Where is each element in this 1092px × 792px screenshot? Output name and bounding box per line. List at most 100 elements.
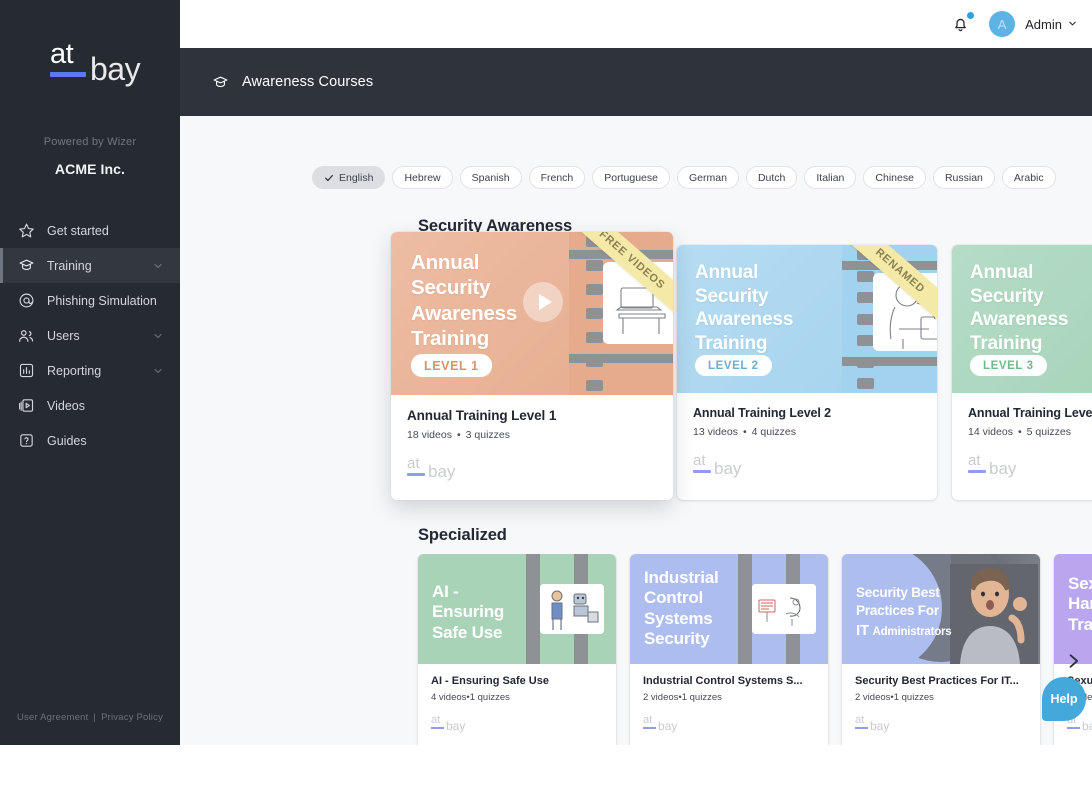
course-card-security-best-practices-it[interactable]: Security Best Practices For IT Administrat…	[842, 554, 1040, 745]
logo-bay-text: bay	[989, 459, 1017, 478]
logo-at-text: at	[431, 714, 441, 726]
at-sign-icon	[16, 291, 36, 311]
course-thumbnail: RENAMED Annual Security Awareness Training …	[677, 245, 937, 393]
sidebar-item-videos[interactable]: Videos	[0, 388, 180, 423]
language-chip-english[interactable]: English	[312, 166, 386, 189]
chevron-down-icon[interactable]	[152, 260, 164, 272]
course-thumbnail: NEW 2024 AnnualSecurityAwarenessTraining…	[952, 245, 1092, 393]
language-label: Italian	[816, 171, 845, 184]
course-card-annual-level-1[interactable]: FREE VIDEOS Annual Security Awareness Train…	[391, 232, 673, 500]
language-label: Chinese	[875, 171, 914, 184]
logo-at-text: at	[50, 38, 74, 70]
sidebar-item-get-started[interactable]: Get started	[0, 213, 180, 248]
security-awareness-card-row: FREE VIDEOS Annual Security Awareness Train…	[180, 232, 1092, 500]
perforation	[528, 639, 538, 647]
thumb-title: Industrial Control Systems Security	[644, 568, 719, 649]
language-chip-arabic[interactable]: Arabic	[1001, 166, 1056, 189]
thumb-title: SexualHarassmentTraining	[1068, 574, 1092, 634]
sidebar-label: Reporting	[47, 363, 102, 378]
admin-label: Admin	[1025, 16, 1062, 32]
language-label: Arabic	[1013, 171, 1044, 184]
perforation	[740, 557, 750, 565]
sidebar-label: Get started	[47, 223, 109, 238]
video-count: 2 videos	[643, 692, 679, 703]
admin-menu[interactable]: Admin	[1025, 17, 1078, 32]
perforation	[788, 571, 798, 579]
course-title: AI - Ensuring Safe Use	[431, 675, 549, 687]
language-chip-italian[interactable]: Italian	[804, 166, 857, 189]
language-chip-spanish[interactable]: Spanish	[459, 166, 522, 189]
level-badge: LEVEL 1	[411, 354, 492, 377]
next-slide-button[interactable]	[1060, 646, 1086, 676]
chevron-down-icon[interactable]	[152, 365, 164, 377]
perforation	[528, 584, 538, 592]
perforation	[856, 292, 874, 303]
course-card-body: Annual Training Level 2 13 videos • 4 quiz…	[677, 393, 937, 497]
thumb-title: Annual Security Awareness Training	[411, 251, 518, 351]
page-title: Awareness Courses	[242, 74, 374, 90]
course-meta: 4 videos•1 quizzes	[431, 692, 603, 703]
language-chip-chinese[interactable]: Chinese	[863, 166, 926, 189]
thumb-illustration	[540, 584, 604, 634]
chevron-down-icon[interactable]	[152, 330, 164, 342]
course-card-industrial-control-systems[interactable]: Industrial Control Systems Security Industr…	[630, 554, 828, 745]
sidebar-item-guides[interactable]: Guides	[0, 423, 180, 458]
powered-by-label: Powered by Wizer	[43, 136, 137, 148]
sidebar-item-phishing-simulation[interactable]: Phishing Simulation	[0, 283, 180, 318]
video-count: 2 videos	[855, 692, 891, 703]
language-chip-german[interactable]: German	[677, 166, 739, 189]
bell-icon[interactable]	[951, 12, 975, 35]
perforation-column	[738, 554, 752, 664]
section-title-specialized: Specialized	[418, 526, 507, 544]
language-chip-hebrew[interactable]: Hebrew	[392, 166, 453, 189]
logo-bay-text: bay	[714, 459, 742, 478]
sidebar-label: Users	[47, 328, 80, 343]
perforation	[576, 557, 586, 565]
sidebar-item-reporting[interactable]: Reporting	[0, 353, 180, 388]
content-scroll-area: English Hebrew Spanish French Portuguese…	[180, 116, 1092, 745]
logo-bay-text: bay	[870, 719, 890, 733]
language-chip-french[interactable]: French	[528, 166, 586, 189]
sidebar: at bay Powered by Wizer ACME Inc. Get st…	[0, 0, 180, 745]
quiz-count: 3 quizzes	[465, 429, 510, 441]
perforation	[528, 557, 538, 565]
chevron-down-icon	[1067, 17, 1078, 32]
meta-separator: •	[742, 426, 747, 438]
course-card-annual-level-2[interactable]: RENAMED Annual Security Awareness Training …	[677, 245, 937, 500]
course-card-annual-level-3[interactable]: NEW 2024 AnnualSecurityAwarenessTraining…	[952, 245, 1092, 500]
user-agreement-link[interactable]: User Agreement	[17, 712, 88, 723]
course-title: Annual Training Level 3	[968, 406, 1092, 420]
card-brand-logo: at bay	[407, 455, 463, 483]
course-meta: 13 videos • 4 quizzes	[693, 426, 921, 438]
logo-bay-text: bay	[90, 51, 141, 87]
perforation-column	[526, 554, 540, 664]
privacy-policy-link[interactable]: Privacy Policy	[101, 712, 163, 723]
sidebar-item-training[interactable]: Training	[0, 248, 180, 283]
language-chip-portuguese[interactable]: Portuguese	[592, 166, 670, 189]
avatar[interactable]: A	[989, 11, 1016, 37]
play-button[interactable]	[523, 282, 563, 322]
presenter-photo	[950, 564, 1038, 664]
sidebar-item-users[interactable]: Users	[0, 318, 180, 353]
course-title: Annual Training Level 2	[693, 406, 832, 420]
logo-at-text: at	[693, 452, 706, 469]
perforation	[528, 612, 538, 620]
language-chip-russian[interactable]: Russian	[932, 166, 995, 189]
check-icon	[324, 173, 334, 183]
course-card-ai-ensuring-safe-use[interactable]: AI - Ensuring Safe Use AI - Ensuring Safe …	[418, 554, 616, 745]
language-chip-dutch[interactable]: Dutch	[745, 166, 798, 189]
play-triangle-icon	[538, 294, 552, 310]
perforation	[585, 380, 603, 391]
language-label: Portuguese	[604, 171, 658, 184]
logo-at-text: at	[968, 452, 981, 469]
perforation	[856, 313, 874, 325]
brand-logo[interactable]: at bay	[0, 0, 180, 128]
perforation	[576, 653, 586, 661]
language-label: Russian	[944, 171, 983, 184]
logo-bay-text: bay	[428, 462, 456, 481]
help-button[interactable]: Help	[1042, 677, 1086, 721]
sidebar-label: Phishing Simulation	[47, 293, 157, 308]
sidebar-label: Training	[47, 258, 92, 273]
thumb-illustration	[752, 584, 816, 634]
app-root: at bay Powered by Wizer ACME Inc. Get st…	[0, 0, 1092, 745]
